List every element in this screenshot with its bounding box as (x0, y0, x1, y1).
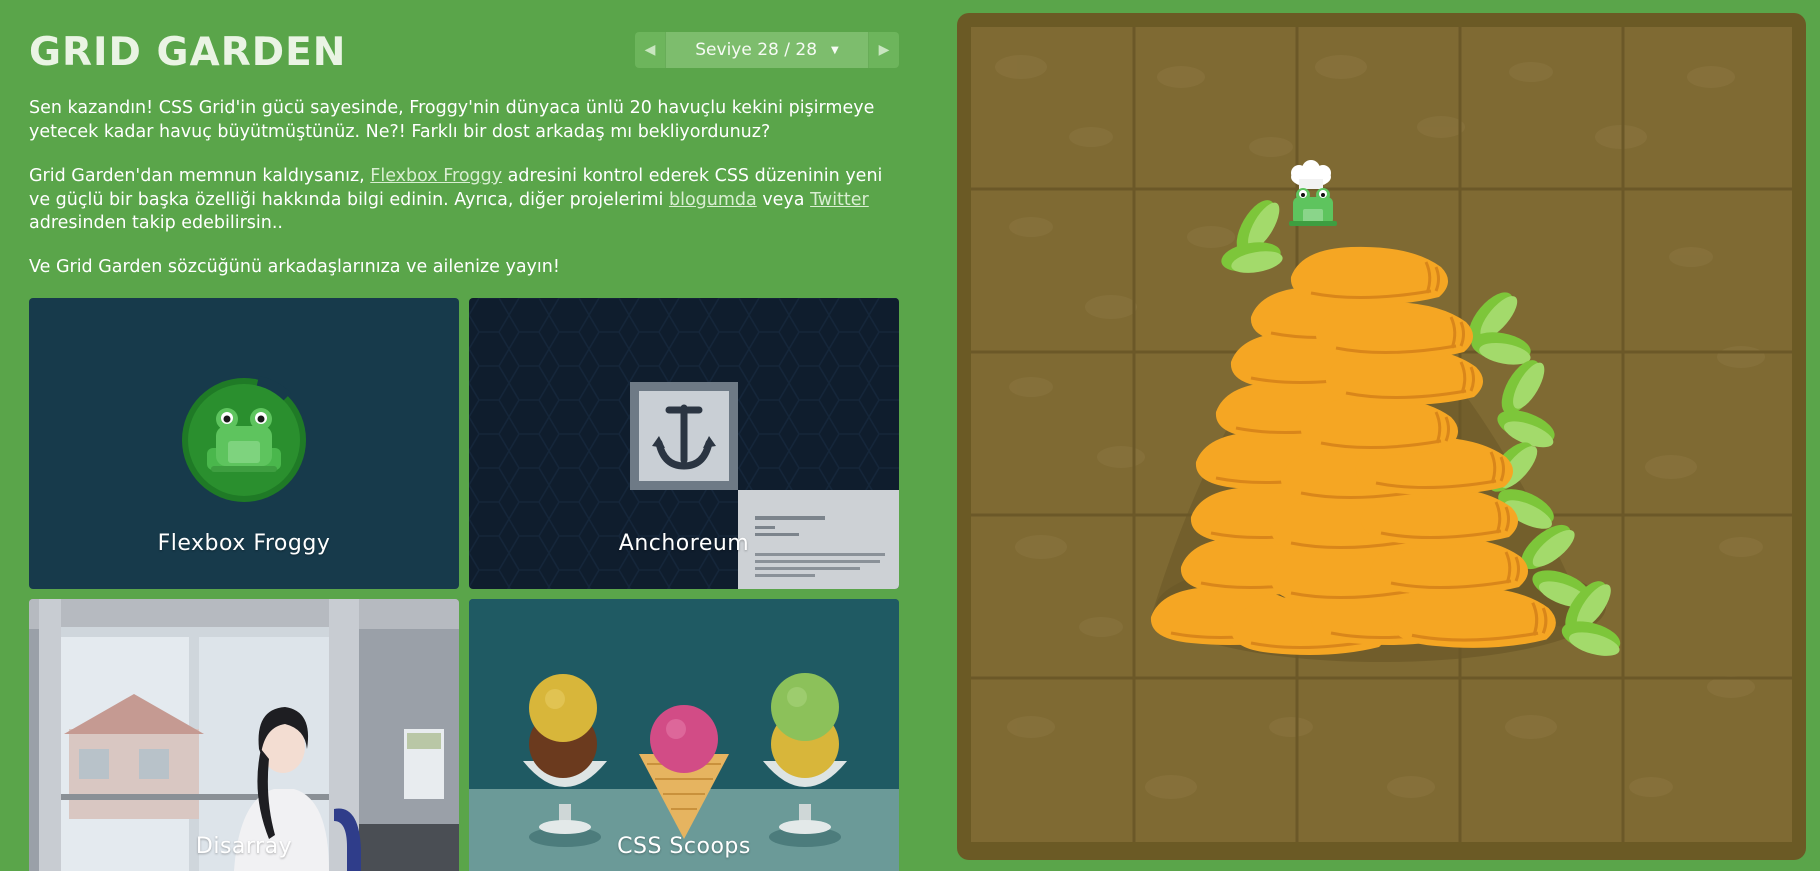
garden-frame (957, 13, 1806, 860)
arrow-right-icon: ▶ (878, 42, 890, 58)
flexbox-froggy-link[interactable]: Flexbox Froggy (370, 166, 502, 186)
scoops-illustration (469, 599, 899, 871)
arrow-left-icon: ◀ (644, 42, 656, 58)
caret-down-icon: ▼ (831, 44, 839, 56)
promo-text-4: adresinden takip edebilirsin.. (29, 213, 283, 233)
level-selector[interactable]: Seviye 28 / 28 ▼ (665, 32, 869, 68)
promo-text-3: veya (756, 189, 811, 210)
disarray-illustration (29, 599, 459, 871)
level-label: Seviye 28 / 28 (695, 40, 818, 60)
page-title: GRID GARDEN (29, 30, 347, 75)
card-label-disarray: Disarray (195, 834, 293, 859)
garden-grid (971, 27, 1792, 842)
promo-text-1: Grid Garden'dan memnun kaldıysanız, (29, 166, 371, 186)
left-panel: GRID GARDEN ◀ Seviye 28 / 28 ▼ ▶ Sen kaz… (29, 0, 901, 871)
win-message: Sen kazandın! CSS Grid'in gücü sayesinde… (29, 98, 875, 142)
share-message: Ve Grid Garden sözcüğünü arkadaşlarınıza… (29, 257, 560, 277)
card-label-anchoreum: Anchoreum (618, 531, 750, 556)
promo-paragraph: Grid Garden'dan memnun kaldıysanız, Flex… (29, 165, 899, 236)
anchoreum-card[interactable]: Anchoreum (469, 298, 899, 589)
flexbox-froggy-card[interactable]: Flexbox Froggy (29, 298, 459, 589)
twitter-link[interactable]: Twitter (810, 190, 869, 210)
prev-level-button[interactable]: ◀ (635, 32, 665, 68)
card-label-scoops: CSS Scoops (617, 834, 751, 859)
carrot-pile (1149, 160, 1625, 662)
chef-froggy (1289, 160, 1337, 226)
css-scoops-card[interactable]: CSS Scoops (469, 599, 899, 871)
blog-link[interactable]: blogumda (669, 190, 757, 210)
level-navigation: ◀ Seviye 28 / 28 ▼ ▶ (635, 32, 899, 68)
card-label-froggy: Flexbox Froggy (157, 531, 331, 556)
next-level-button[interactable]: ▶ (869, 32, 899, 68)
disarray-card[interactable]: Disarray (29, 599, 459, 871)
